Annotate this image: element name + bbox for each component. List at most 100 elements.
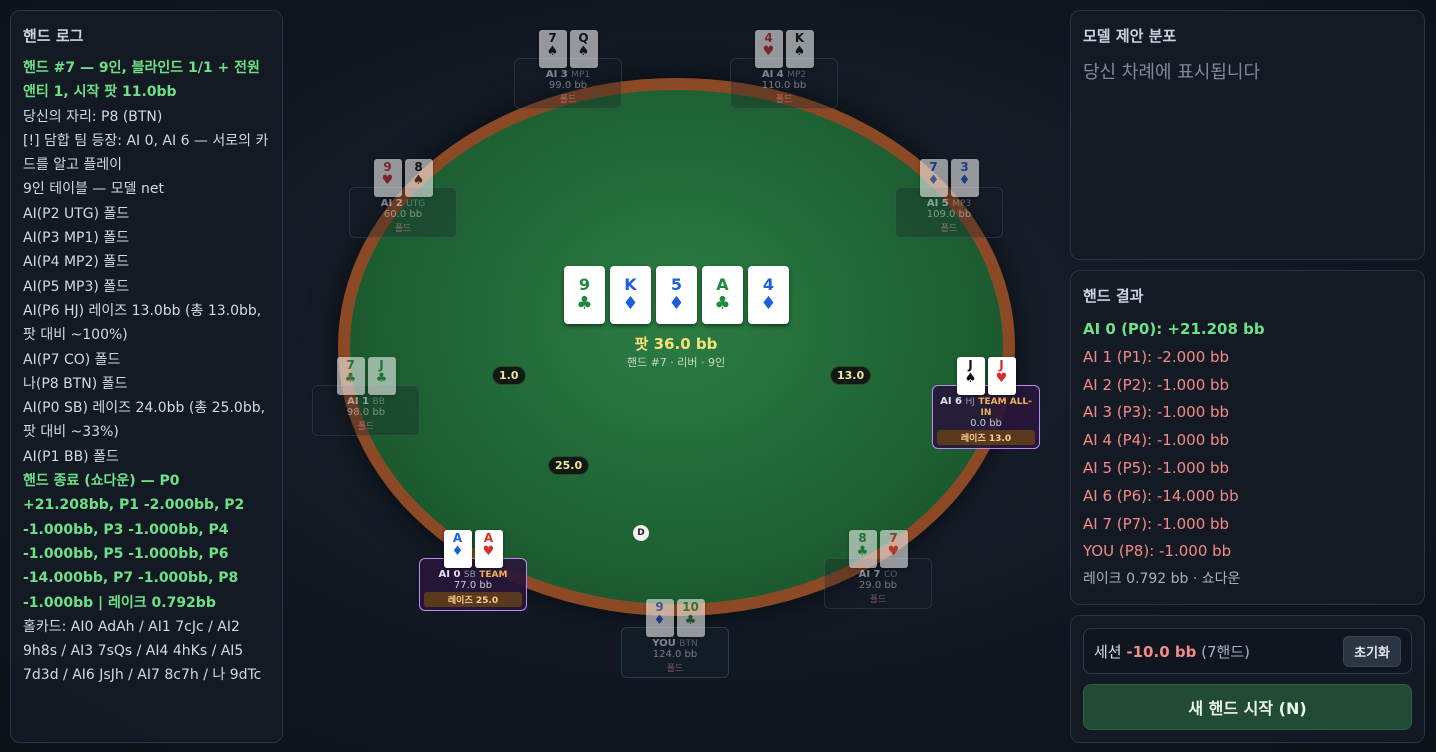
card-suit-icon: ♣ [714,293,731,314]
result-lines: AI 0 (P0): +21.208 bb AI 1 (P1): -2.000 b… [1083,316,1412,594]
result-line: YOU (P8): -1.000 bb [1083,542,1232,561]
player-stack: 60.0 bb [383,209,423,220]
model-distribution-panel: 모델 제안 분포 당신 차례에 표시됩니다 [1070,10,1425,260]
hole-cards: 4 ♥ K ♠ [730,30,838,68]
log-line: 당신의 자리: P8 (BTN) [23,108,163,125]
card-suit-icon: ♠ [412,173,425,188]
hole-card: Q ♠ [569,30,598,68]
card-suit-icon: ♦ [760,293,777,314]
log-line: AI(P6 HJ) 레이즈 13.0bb (총 13.0bb, 팟 대비 ~10… [23,302,262,344]
session-panel: 세션 -10.0 bb (7핸드) 초기화 새 핸드 시작 (N) [1070,615,1425,743]
bet-chip-ai1: 1.0 [492,366,526,385]
card-suit-icon: ♦ [653,613,666,628]
seat-ai0: A ♦ A ♥ AI 0 SB TEAM 77.0 bb 레이즈 25.0 [419,530,527,611]
seat-name-line: AI 2 UTG [354,198,452,209]
player-position: BTN [679,639,698,649]
card-suit-icon: ♠ [546,44,559,59]
session-info: 세션 -10.0 bb (7핸드) [1094,641,1250,662]
card-suit-icon: ♦ [668,293,685,314]
result-line: AI 0 (P0): +21.208 bb [1083,320,1265,338]
result-line: AI 1 (P1): -2.000 bb [1083,347,1230,366]
player-stack: 98.0 bb [346,407,386,418]
card-suit-icon: ♣ [375,371,388,386]
player-position: MP2 [787,70,807,80]
seat-you: 9 ♦ 10 ♣ YOU BTN 124.0 bb 폴드 [621,599,729,678]
player-position: BB [372,397,385,407]
hole-card: 10 ♣ [676,599,705,637]
player-name: YOU [652,638,676,649]
seat-ai7: 8 ♣ 7 ♥ AI 7 CO 29.0 bb 폴드 [824,530,932,609]
card-rank: K [624,275,637,294]
hole-card: 7 ♦ [919,159,948,197]
log-line: AI(P2 UTG) 폴드 [23,205,130,222]
hand-status: 핸드 #7 · 리버 · 9인 [626,356,726,369]
log-line: 나(P8 BTN) 폴드 [23,375,128,392]
dealer-button: D [633,525,649,541]
hand-log-title: 핸드 로그 [23,27,84,45]
card-suit-icon: ♣ [856,544,869,559]
card-suit-icon: ♦ [927,173,940,188]
log-line: AI(P0 SB) 레이즈 24.0bb (총 25.0bb, 팟 대비 ~33… [23,400,266,441]
hole-card: J ♠ [956,357,985,395]
seat-ai5: 7 ♦ 3 ♦ AI 5 MP3 109.0 bb 폴드 [895,159,1003,238]
new-hand-button[interactable]: 새 핸드 시작 (N) [1083,684,1412,730]
player-action: 폴드 [394,224,412,234]
session-summary: 세션 -10.0 bb (7핸드) 초기화 [1083,628,1412,674]
hole-cards: A ♦ A ♥ [419,530,527,568]
card-rank: 5 [670,275,683,294]
card-suit-icon: ♣ [576,293,593,314]
hole-card: J ♣ [367,357,396,395]
hole-card: A ♦ [443,530,472,568]
hole-card: 7 ♥ [879,530,908,568]
player-position: UTG [406,199,426,209]
log-line: 핸드 종료 (쇼다운) — P0 +21.208bb, P1 -2.000bb,… [23,473,245,611]
hole-cards: J ♠ J ♥ [932,357,1040,395]
distribution-placeholder: 당신 차례에 표시됩니다 [1083,62,1261,83]
hole-cards: 9 ♦ 10 ♣ [621,599,729,637]
player-position: HJ [965,397,975,407]
log-line: AI(P7 CO) 폴드 [23,351,121,368]
player-stack: 109.0 bb [926,209,972,220]
log-line: 홀카드: AI0 AdAh / AI1 7cJc / AI2 9h8s / AI… [23,618,262,684]
hand-result-panel: 핸드 결과 AI 0 (P0): +21.208 bb AI 1 (P1): -2… [1070,270,1425,605]
pot-amount: 팟 36.0 bb [634,335,718,353]
hole-card: 4 ♥ [754,30,783,68]
result-line: AI 5 (P5): -1.000 bb [1083,458,1230,477]
player-position: MP1 [571,70,591,80]
card-suit-icon: ♦ [622,293,639,314]
log-line: [!] 담합 팀 등장: AI 0, AI 6 — 서로의 카드를 알고 플레이 [23,132,269,174]
result-line: AI 2 (P2): -1.000 bb [1083,375,1230,394]
seat-name-line: AI 5 MP3 [900,198,998,209]
hole-cards: 9 ♥ 8 ♠ [349,159,457,197]
log-line: 9인 테이블 — 모델 net [23,181,164,198]
seat-name-line: AI 6 HJ TEAM ALL-IN [937,396,1035,418]
result-title: 핸드 결과 [1083,287,1144,305]
hole-card: J ♥ [987,357,1016,395]
result-line: AI 6 (P6): -14.000 bb [1083,486,1239,505]
seat-ai3: 7 ♠ Q ♠ AI 3 MP1 99.0 bb 폴드 [514,30,622,109]
reset-button[interactable]: 초기화 [1343,635,1401,667]
player-action: 레이즈 13.0 [937,430,1035,445]
seat-ai1: 7 ♣ J ♣ AI 1 BB 98.0 bb 폴드 [312,357,420,436]
player-name: AI 3 [545,69,568,80]
session-label: 세션 [1094,642,1122,661]
bet-chip-ai0: 25.0 [548,456,590,475]
player-action: 폴드 [869,595,887,605]
board-card: A ♣ [702,266,743,324]
log-line: AI(P4 MP2) 폴드 [23,254,130,271]
hole-cards: 8 ♣ 7 ♥ [824,530,932,568]
card-rank: 4 [762,275,775,294]
card-suit-icon: ♠ [964,371,977,386]
player-name: AI 0 [438,569,461,580]
hand-log-lines: 핸드 #7 — 9인, 블라인드 1/1 + 전원 앤티 1, 시작 팟 11.… [23,56,270,688]
hole-cards: 7 ♠ Q ♠ [514,30,622,68]
result-line: AI 4 (P4): -1.000 bb [1083,431,1230,450]
player-stack: 124.0 bb [652,649,698,660]
player-stack: 77.0 bb [453,580,493,591]
seat-name-line: AI 3 MP1 [519,69,617,80]
card-suit-icon: ♥ [482,544,495,559]
player-action: 폴드 [940,224,958,234]
card-suit-icon: ♠ [577,44,590,59]
log-line: AI(P5 MP3) 폴드 [23,278,130,295]
player-position: CO [884,570,898,580]
